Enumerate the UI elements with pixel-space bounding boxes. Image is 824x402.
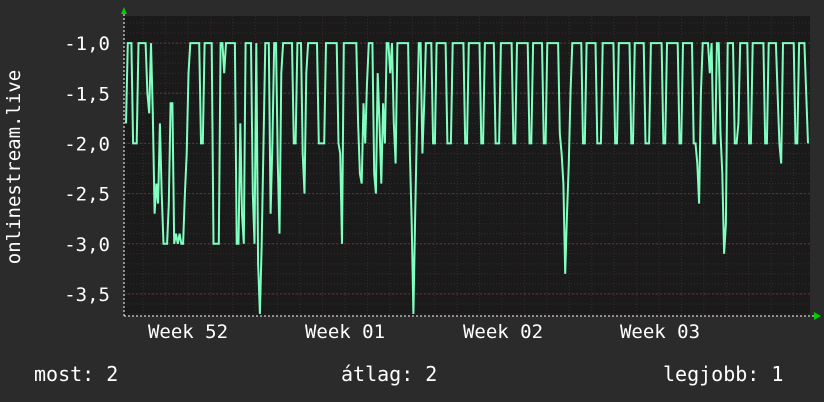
chart: -1,0-1,5-2,0-2,5-3,0-3,5 Week 52 Week 01 W… <box>3 7 821 343</box>
x-tick-label: Week 01 <box>305 321 385 343</box>
plot-area <box>124 16 810 316</box>
x-axis-ticks: Week 52 Week 01 Week 02 Week 03 <box>148 321 700 343</box>
y-tick-label: -3,5 <box>64 284 110 306</box>
best-value: legjobb: 1 <box>663 362 784 386</box>
x-axis-arrow-icon <box>814 312 821 320</box>
y-axis-label: onlinestream.live <box>3 70 25 264</box>
x-tick-label: Week 02 <box>463 321 543 343</box>
average-value: átlag: 2 <box>341 362 438 386</box>
y-tick-label: -1,0 <box>64 33 110 55</box>
y-tick-label: -2,0 <box>64 133 110 155</box>
current-value: most: 2 <box>34 362 119 386</box>
y-axis-arrow-icon <box>121 7 127 14</box>
y-tick-label: -2,5 <box>64 184 110 206</box>
x-tick-label: Week 52 <box>148 321 228 343</box>
y-tick-label: -3,0 <box>64 234 110 256</box>
y-tick-label: -1,5 <box>64 83 110 105</box>
x-tick-label: Week 03 <box>620 321 700 343</box>
y-axis-ticks: -1,0 -1,5 -2,0 -2,5 -3,0 -3,5 <box>64 33 110 306</box>
